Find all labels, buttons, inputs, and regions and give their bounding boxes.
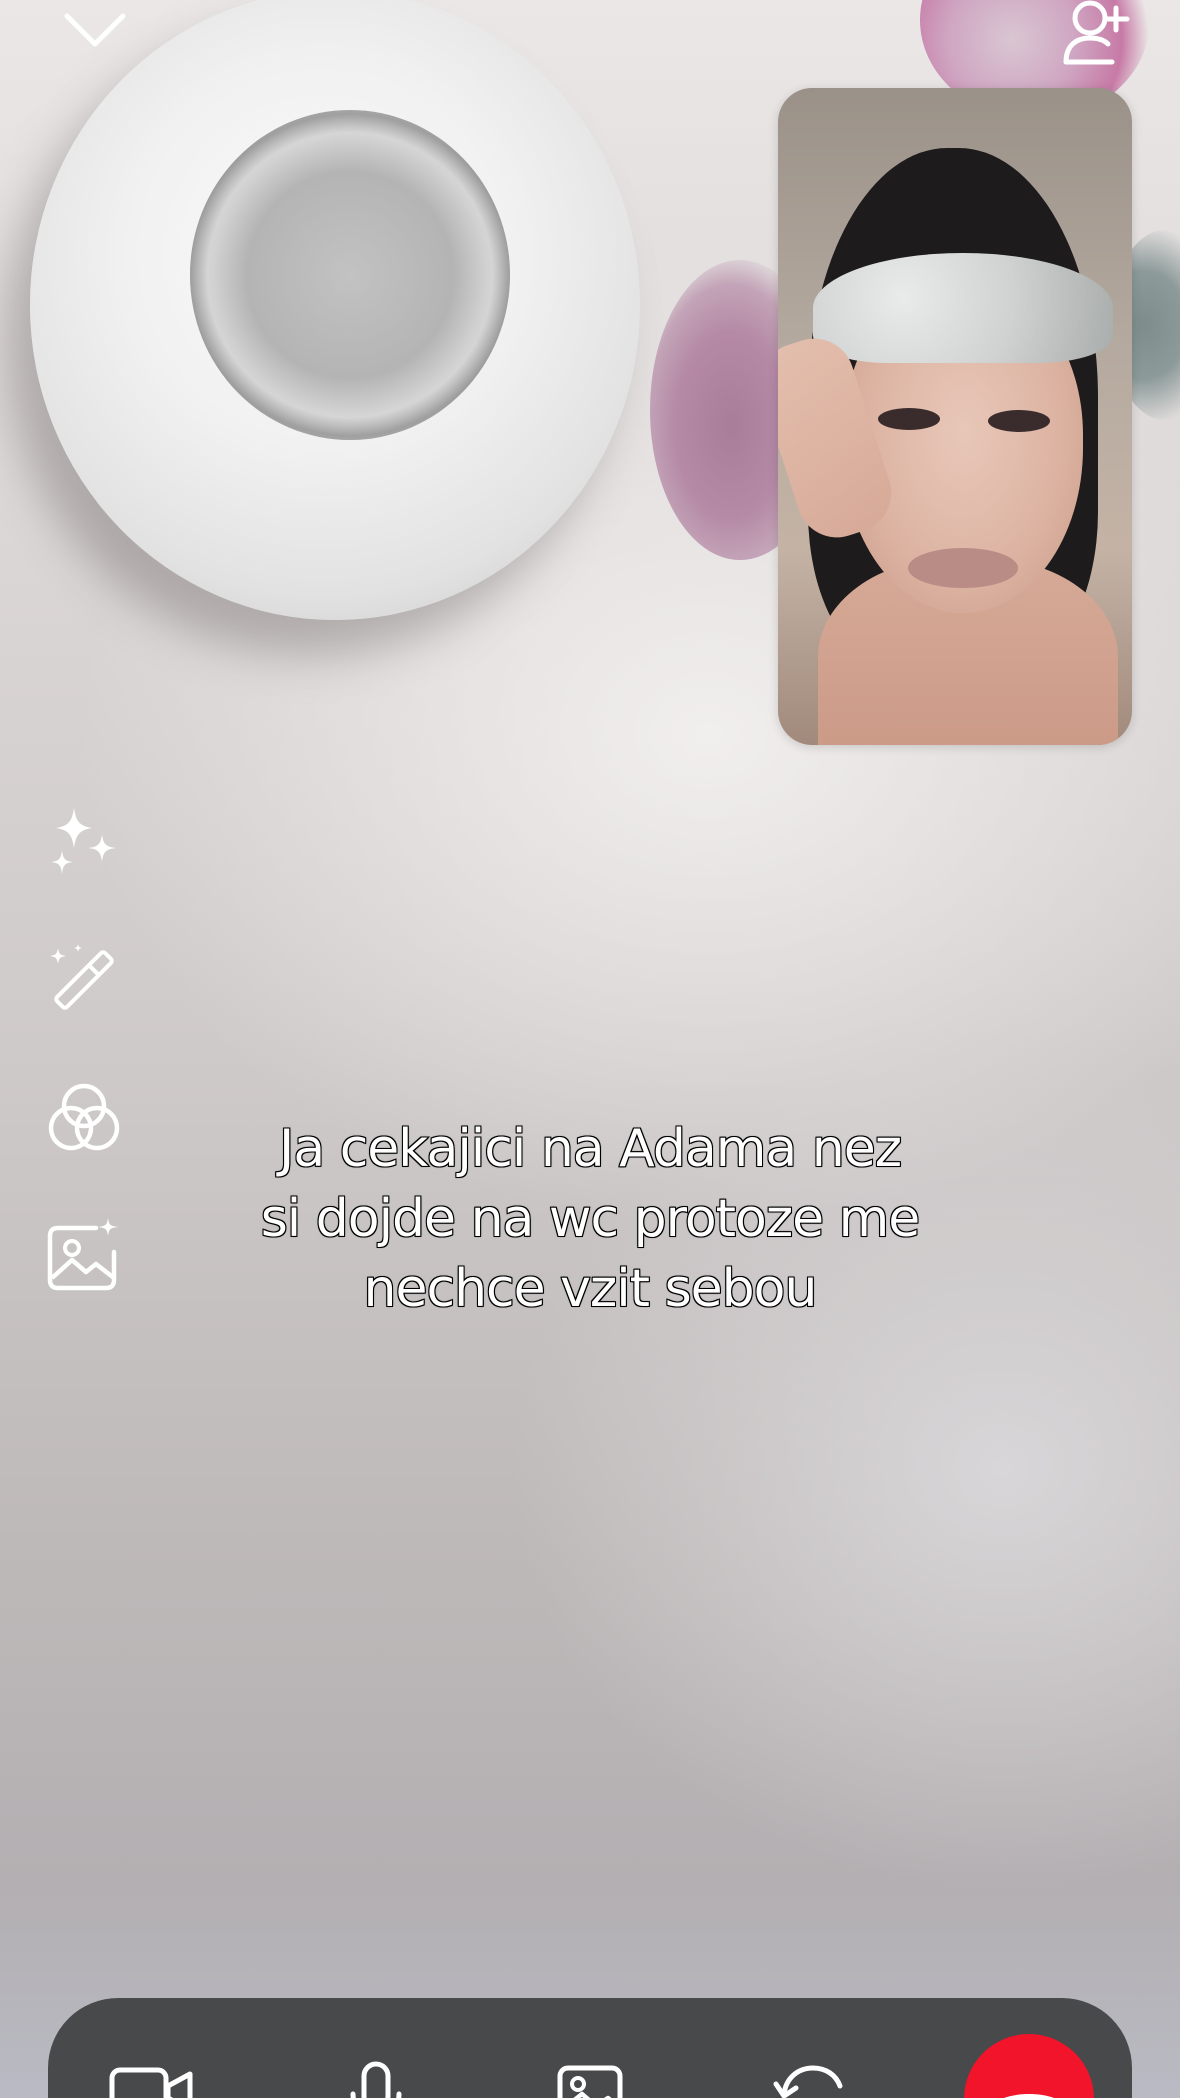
pip-eye [988, 410, 1050, 432]
caption-line: nechce vzit sebou [363, 1258, 819, 1320]
microphone-icon[interactable] [331, 2060, 421, 2098]
caption-text: Ja cekajici na Adama nez si dojde na wc … [140, 1114, 1040, 1324]
filters-icon[interactable] [46, 1080, 122, 1156]
end-call-button[interactable] [964, 2034, 1094, 2098]
background-image-icon[interactable] [46, 1218, 122, 1294]
magic-wand-icon[interactable] [46, 942, 122, 1018]
end-call-icon [1004, 2094, 1054, 2098]
ceiling-light-lens [190, 110, 510, 440]
caption-line: Ja cekajici na Adama nez [278, 1118, 903, 1180]
chevron-down-icon[interactable] [62, 8, 128, 52]
sparkles-icon[interactable] [46, 804, 122, 880]
pip-eye [878, 408, 940, 430]
video-call-screen: Ja cekajici na Adama nez si dojde na wc … [0, 0, 1180, 2098]
pip-headband [813, 253, 1113, 363]
pip-lips [908, 548, 1018, 588]
flip-camera-icon[interactable] [768, 2060, 858, 2098]
call-controls-bar [48, 1998, 1132, 2098]
caption-line: si dojde na wc protoze me [260, 1188, 922, 1250]
ceiling-light-fixture [30, 0, 640, 620]
add-person-icon[interactable] [1060, 0, 1130, 68]
photo-gallery-icon[interactable] [548, 2060, 638, 2098]
video-camera-icon[interactable] [106, 2060, 196, 2098]
self-view-pip[interactable] [778, 88, 1132, 745]
